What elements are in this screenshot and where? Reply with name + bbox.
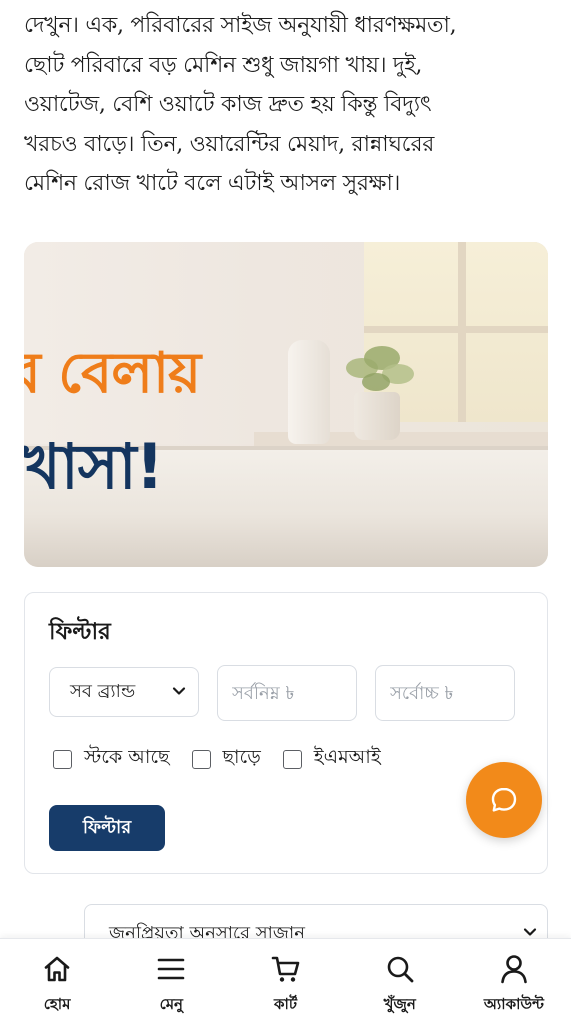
- nav-label: কার্ট: [273, 995, 298, 1013]
- nav-label: অ্যাকাউন্ট: [483, 995, 544, 1013]
- brand-select-value: সব ব্র্যান্ড: [70, 680, 136, 702]
- banner-headline-line2: খাসা!: [24, 430, 164, 503]
- plant-leaves: [346, 346, 414, 391]
- article-line: দেখুন। এক, পরিবারের সাইজ অনুযায়ী ধারণক্…: [24, 13, 457, 38]
- brand-select[interactable]: সব ব্র্যান্ড: [49, 667, 199, 717]
- article-line: মেশিন রোজ খাটে বলে এটাই আসল সুরক্ষা।: [24, 171, 401, 196]
- chat-button[interactable]: [466, 762, 542, 838]
- filter-card: ফিল্টার সব ব্র্যান্ড স্টকে আছে ছাড়ে ইএম…: [24, 592, 548, 874]
- window-frame: [364, 326, 548, 333]
- cart-icon: [271, 956, 299, 982]
- checkbox-label: ছাড়ে: [222, 746, 261, 768]
- promo-banner[interactable]: র বেলায় খাসা!: [24, 242, 548, 567]
- nav-item-search[interactable]: খুঁজুন: [343, 939, 457, 1024]
- bottom-nav: হোম মেনু কার্ট খুঁজুন অ্যাকাউন্ট: [0, 938, 571, 1024]
- banner-vase: [288, 340, 330, 444]
- menu-icon: [157, 958, 185, 980]
- nav-item-home[interactable]: হোম: [0, 939, 114, 1024]
- nav-item-menu[interactable]: মেনু: [114, 939, 228, 1024]
- article-line: খরচও বাড়ে। তিন, ওয়ারেন্টির মেয়াদ, রান…: [24, 131, 435, 157]
- search-icon: [387, 956, 414, 983]
- article-line: ওয়াটেজ, বেশি ওয়াটে কাজ দ্রুত হয় কিন্ত…: [24, 92, 432, 117]
- checkbox-label: স্টকে আছে: [84, 746, 170, 768]
- nav-item-cart[interactable]: কার্ট: [228, 939, 342, 1024]
- filter-title: ফিল্টার: [49, 619, 111, 645]
- chat-bubble-icon: [491, 787, 517, 812]
- checkbox-label: ইএমআই: [313, 746, 381, 768]
- banner-headline-line1: র বেলায়: [24, 341, 201, 406]
- chevron-down-icon: [172, 687, 186, 695]
- filter-submit-button[interactable]: ফিল্টার: [49, 805, 165, 851]
- chevron-down-icon: [523, 928, 537, 936]
- nav-item-account[interactable]: অ্যাকাউন্ট: [457, 939, 571, 1024]
- emi-checkbox[interactable]: ইএমআই: [282, 743, 381, 775]
- article-text: দেখুন। এক, পরিবারের সাইজ অনুযায়ী ধারণক্…: [24, 6, 554, 204]
- max-price-input[interactable]: [375, 665, 515, 721]
- min-price-input[interactable]: [217, 665, 357, 721]
- in-stock-checkbox[interactable]: স্টকে আছে: [53, 743, 170, 775]
- checkbox-box[interactable]: [282, 749, 302, 769]
- home-icon: [44, 956, 70, 982]
- discount-checkbox[interactable]: ছাড়ে: [191, 743, 261, 775]
- checkbox-box[interactable]: [191, 749, 211, 769]
- filter-checkboxes: স্টকে আছে ছাড়ে ইএমআই: [53, 743, 403, 775]
- checkbox-box[interactable]: [53, 749, 72, 769]
- nav-label: হোম: [43, 995, 71, 1013]
- nav-label: খুঁজুন: [383, 995, 416, 1013]
- plant-pot: [354, 392, 400, 440]
- article-line: ছোট পরিবারে বড় মেশিন শুধু জায়গা খায়। …: [24, 52, 423, 78]
- user-icon: [501, 955, 527, 984]
- nav-label: মেনু: [159, 995, 183, 1013]
